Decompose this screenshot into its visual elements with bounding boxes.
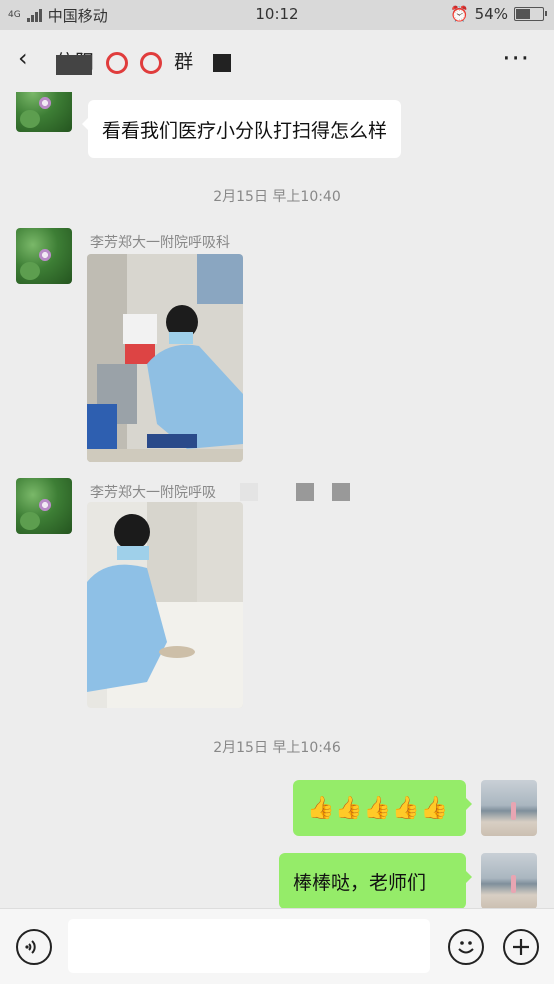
redaction-mark xyxy=(240,483,258,501)
title-suffix: 群 xyxy=(174,51,194,73)
photo-image xyxy=(87,254,243,462)
message-bubble[interactable]: 棒棒哒，老师们 xyxy=(279,853,472,908)
photo-image xyxy=(87,502,243,708)
avatar[interactable] xyxy=(481,780,537,836)
timestamp: 2月15日 早上10:40 xyxy=(213,189,341,205)
avatar[interactable] xyxy=(16,228,72,284)
message-text: 棒棒哒，老师们 xyxy=(293,871,427,894)
alarm-icon: ⏰ xyxy=(449,5,469,23)
emoji-glyph xyxy=(458,941,474,954)
sender-name: 李芳郑大一附院呼吸科 xyxy=(90,235,230,251)
input-bar xyxy=(0,908,554,984)
voice-icon[interactable] xyxy=(16,929,52,965)
timestamp: 2月15日 早上10:46 xyxy=(213,740,341,756)
battery-percent: 54% xyxy=(474,5,508,23)
photo-message[interactable] xyxy=(87,502,243,708)
photo-message[interactable] xyxy=(87,254,243,462)
voice-glyph xyxy=(25,940,36,954)
chat-area[interactable]: 看看我们医疗小分队打扫得怎么样 2月15日 早上10:40 李芳郑大一附院呼吸科… xyxy=(0,92,554,908)
more-icon[interactable]: ··· xyxy=(502,44,530,74)
title-emoji-icon xyxy=(140,51,163,74)
status-right: ⏰ 54% xyxy=(449,5,547,23)
redaction-mark xyxy=(296,483,314,501)
title-emoji-icon xyxy=(106,51,129,74)
battery-level xyxy=(516,9,530,19)
emoji-icon[interactable] xyxy=(448,929,484,965)
battery-icon xyxy=(514,7,547,21)
message-text: 看看我们医疗小分队打扫得怎么样 xyxy=(102,119,388,142)
message-bubble[interactable]: 看看我们医疗小分队打扫得怎么样 xyxy=(81,100,402,158)
message-bubble[interactable]: 👍👍👍👍👍 xyxy=(293,780,472,836)
plus-icon[interactable] xyxy=(503,929,539,965)
chat-header: ‹ 信阳 群 ··· xyxy=(0,30,554,92)
redaction-mark xyxy=(213,53,232,72)
sender-name: 李芳郑大一附院呼吸 xyxy=(90,485,216,501)
back-arrow-icon[interactable]: ‹ xyxy=(18,44,28,72)
plus-glyph xyxy=(513,939,529,955)
thumbs-up-icon: 👍👍👍👍👍 xyxy=(307,795,449,821)
redaction-mark xyxy=(332,483,350,501)
message-input[interactable] xyxy=(68,919,430,973)
avatar[interactable] xyxy=(481,853,537,908)
redaction-mark xyxy=(56,55,92,75)
status-bar: 4G 中国移动 10:12 ⏰ 54% xyxy=(0,0,554,30)
avatar[interactable] xyxy=(16,92,72,132)
avatar[interactable] xyxy=(16,478,72,534)
